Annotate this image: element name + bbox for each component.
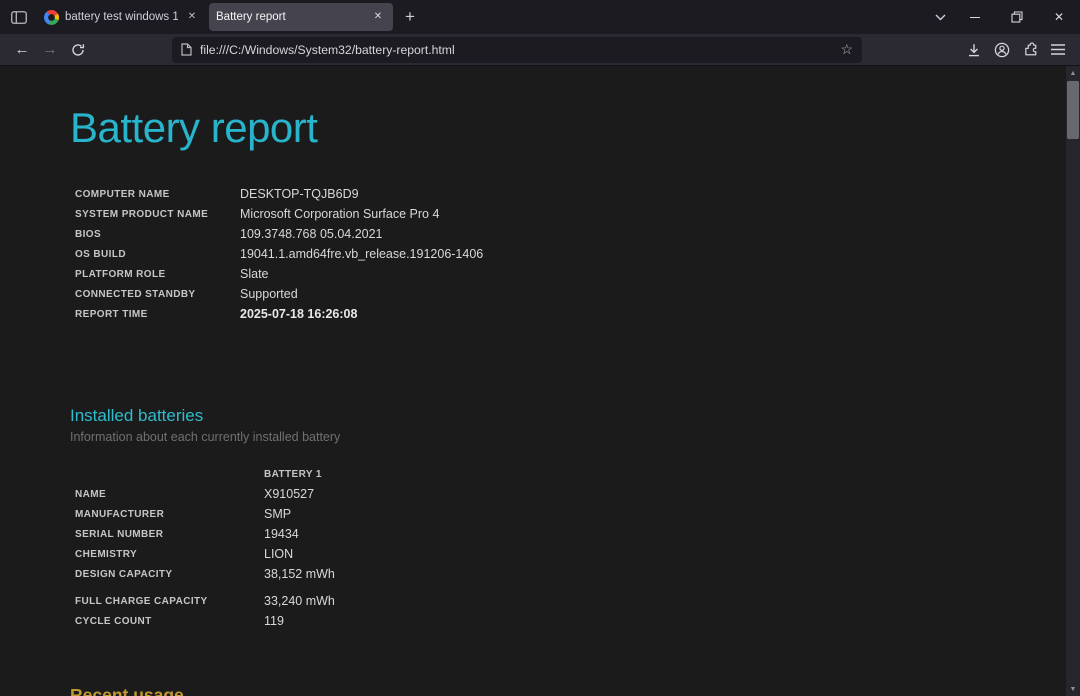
extensions-button[interactable] xyxy=(1016,36,1044,64)
battery-row: CHEMISTRYLION xyxy=(75,544,1080,564)
minimize-icon xyxy=(970,17,980,18)
minimize-button[interactable] xyxy=(954,0,996,34)
info-row: BIOS109.3748.768 05.04.2021 xyxy=(75,224,1080,244)
tab-battery-test-search[interactable]: battery test windows 10 - Goog ✕ xyxy=(37,3,207,31)
scroll-up-arrow-icon[interactable]: ▲ xyxy=(1066,66,1080,80)
battery-row: SERIAL NUMBER19434 xyxy=(75,524,1080,544)
tab-title: Battery report xyxy=(216,11,364,23)
tab-bar: battery test windows 10 - Goog ✕ Battery… xyxy=(0,0,1080,34)
battery-row: CYCLE COUNT119 xyxy=(75,611,1080,631)
page-file-icon xyxy=(181,43,192,56)
extensions-puzzle-icon xyxy=(1023,42,1038,57)
forward-button[interactable]: → xyxy=(36,36,64,64)
battery-row: MANUFACTURERSMP xyxy=(75,504,1080,524)
info-row: OS BUILD19041.1.amd64fre.vb_release.1912… xyxy=(75,244,1080,264)
info-row: PLATFORM ROLESlate xyxy=(75,264,1080,284)
tab-battery-report[interactable]: Battery report ✕ xyxy=(209,3,393,31)
google-favicon-icon xyxy=(44,10,59,25)
new-tab-button[interactable]: + xyxy=(397,4,423,30)
section-subtitle: Information about each currently install… xyxy=(70,430,1080,444)
address-bar[interactable]: file:///C:/Windows/System32/battery-repo… xyxy=(172,37,862,63)
info-row: SYSTEM PRODUCT NAMEMicrosoft Corporation… xyxy=(75,204,1080,224)
battery-row: FULL CHARGE CAPACITY33,240 mWh xyxy=(75,591,1080,611)
battery-row: DESIGN CAPACITY38,152 mWh xyxy=(75,564,1080,584)
info-row-report-time: REPORT TIME2025-07-18 16:26:08 xyxy=(75,304,1080,324)
reload-icon xyxy=(71,43,85,57)
battery-header-row: BATTERY 1 xyxy=(75,464,1080,484)
list-all-tabs-button[interactable] xyxy=(926,3,954,31)
downloads-button[interactable] xyxy=(960,36,988,64)
menu-button[interactable] xyxy=(1044,36,1072,64)
system-info-table: COMPUTER NAMEDESKTOP-TQJB6D9 SYSTEM PROD… xyxy=(75,184,1080,324)
section-heading-recent-usage: Recent usage xyxy=(70,685,1080,696)
restore-icon xyxy=(1011,11,1023,23)
bookmark-star-icon[interactable]: ☆ xyxy=(840,41,853,58)
scrollbar-thumb[interactable] xyxy=(1067,81,1079,139)
scroll-down-arrow-icon[interactable]: ▼ xyxy=(1066,682,1080,696)
account-icon xyxy=(994,42,1010,58)
battery-row: NAMEX910527 xyxy=(75,484,1080,504)
browser-window: battery test windows 10 - Goog ✕ Battery… xyxy=(0,0,1080,696)
scrollbar[interactable]: ▲ ▼ xyxy=(1066,66,1080,696)
tab-title: battery test windows 10 - Goog xyxy=(65,11,178,23)
reload-button[interactable] xyxy=(64,36,92,64)
battery-column-header: BATTERY 1 xyxy=(264,469,322,480)
chevron-down-icon xyxy=(935,14,946,21)
page-title: Battery report xyxy=(70,104,1080,152)
close-window-button[interactable]: ✕ xyxy=(1038,0,1080,34)
download-icon xyxy=(967,43,981,57)
page-content: Battery report COMPUTER NAMEDESKTOP-TQJB… xyxy=(0,66,1080,696)
navigation-bar: ← → file:///C:/Windows/System32/battery-… xyxy=(0,34,1080,66)
tab-close-icon[interactable]: ✕ xyxy=(184,9,200,25)
url-text: file:///C:/Windows/System32/battery-repo… xyxy=(200,43,832,57)
toolbar-buttons xyxy=(960,36,1072,64)
restore-button[interactable] xyxy=(996,0,1038,34)
installed-batteries-table: BATTERY 1 NAMEX910527 MANUFACTURERSMP SE… xyxy=(75,464,1080,631)
info-row: COMPUTER NAMEDESKTOP-TQJB6D9 xyxy=(75,184,1080,204)
back-button[interactable]: ← xyxy=(8,36,36,64)
info-row: CONNECTED STANDBYSupported xyxy=(75,284,1080,304)
firefox-view-icon xyxy=(11,11,27,24)
account-button[interactable] xyxy=(988,36,1016,64)
section-heading-installed-batteries: Installed batteries xyxy=(70,406,1080,426)
firefox-view-button[interactable] xyxy=(6,4,32,30)
hamburger-menu-icon xyxy=(1051,44,1065,55)
tab-close-icon[interactable]: ✕ xyxy=(370,9,386,25)
